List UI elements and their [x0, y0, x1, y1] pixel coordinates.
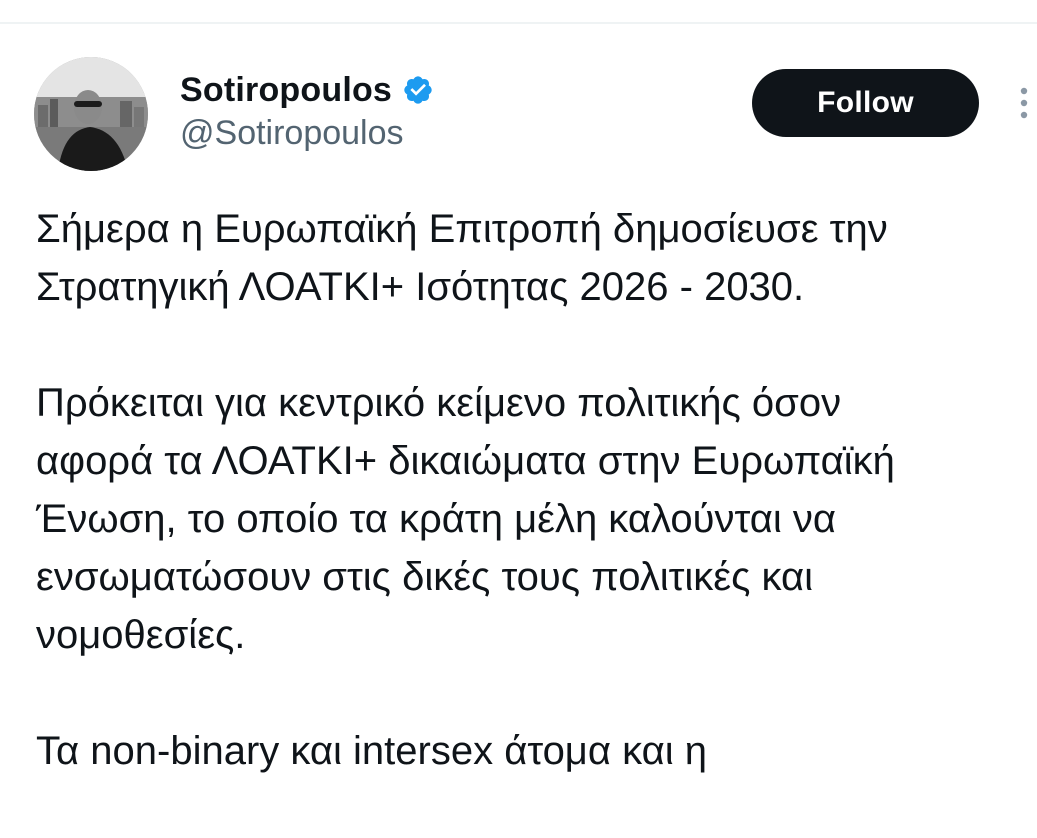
display-name[interactable]: Sotiropoulos	[180, 71, 392, 110]
tweet-line: ενσωματώσουν στις δικές τους πολιτικές κ…	[36, 555, 814, 599]
tweet-line: Στρατηγική ΛΟΑΤΚΙ+ Ισότητας 2026 - 2030.	[36, 265, 805, 309]
avatar-photo	[34, 57, 148, 171]
tweet-paragraph: Πρόκειται για κεντρικό κείμενο πολιτικής…	[36, 374, 1036, 664]
avatar[interactable]	[34, 57, 148, 171]
tweet-paragraph: Σήμερα η Ευρωπαϊκή Επιτροπή δημοσίευσε τ…	[36, 200, 1036, 316]
tweet-line: Πρόκειται για κεντρικό κείμενο πολιτικής…	[36, 381, 842, 425]
tweet-paragraph: Τα non-binary και intersex άτομα και η	[36, 722, 1036, 780]
author-name-row: Sotiropoulos	[180, 70, 434, 110]
author-handle[interactable]: @Sotiropoulos	[180, 114, 404, 153]
tweet-line: Ένωση, το οποίο τα κράτη μέλη καλούνται …	[36, 497, 836, 541]
tweet-text: Σήμερα η Ευρωπαϊκή Επιτροπή δημοσίευσε τ…	[36, 200, 1036, 838]
follow-button[interactable]: Follow	[752, 69, 979, 137]
more-vertical-icon[interactable]	[1010, 85, 1037, 125]
verified-badge-icon	[404, 76, 432, 104]
tweet-line: νομοθεσίες.	[36, 613, 246, 657]
top-divider	[0, 22, 1037, 24]
tweet-line: αφορά τα ΛΟΑΤΚΙ+ δικαιώματα στην Ευρωπαϊ…	[36, 439, 895, 483]
tweet-line: Σήμερα η Ευρωπαϊκή Επιτροπή δημοσίευσε τ…	[36, 207, 888, 251]
tweet-line: Τα non-binary και intersex άτομα και η	[36, 729, 707, 773]
